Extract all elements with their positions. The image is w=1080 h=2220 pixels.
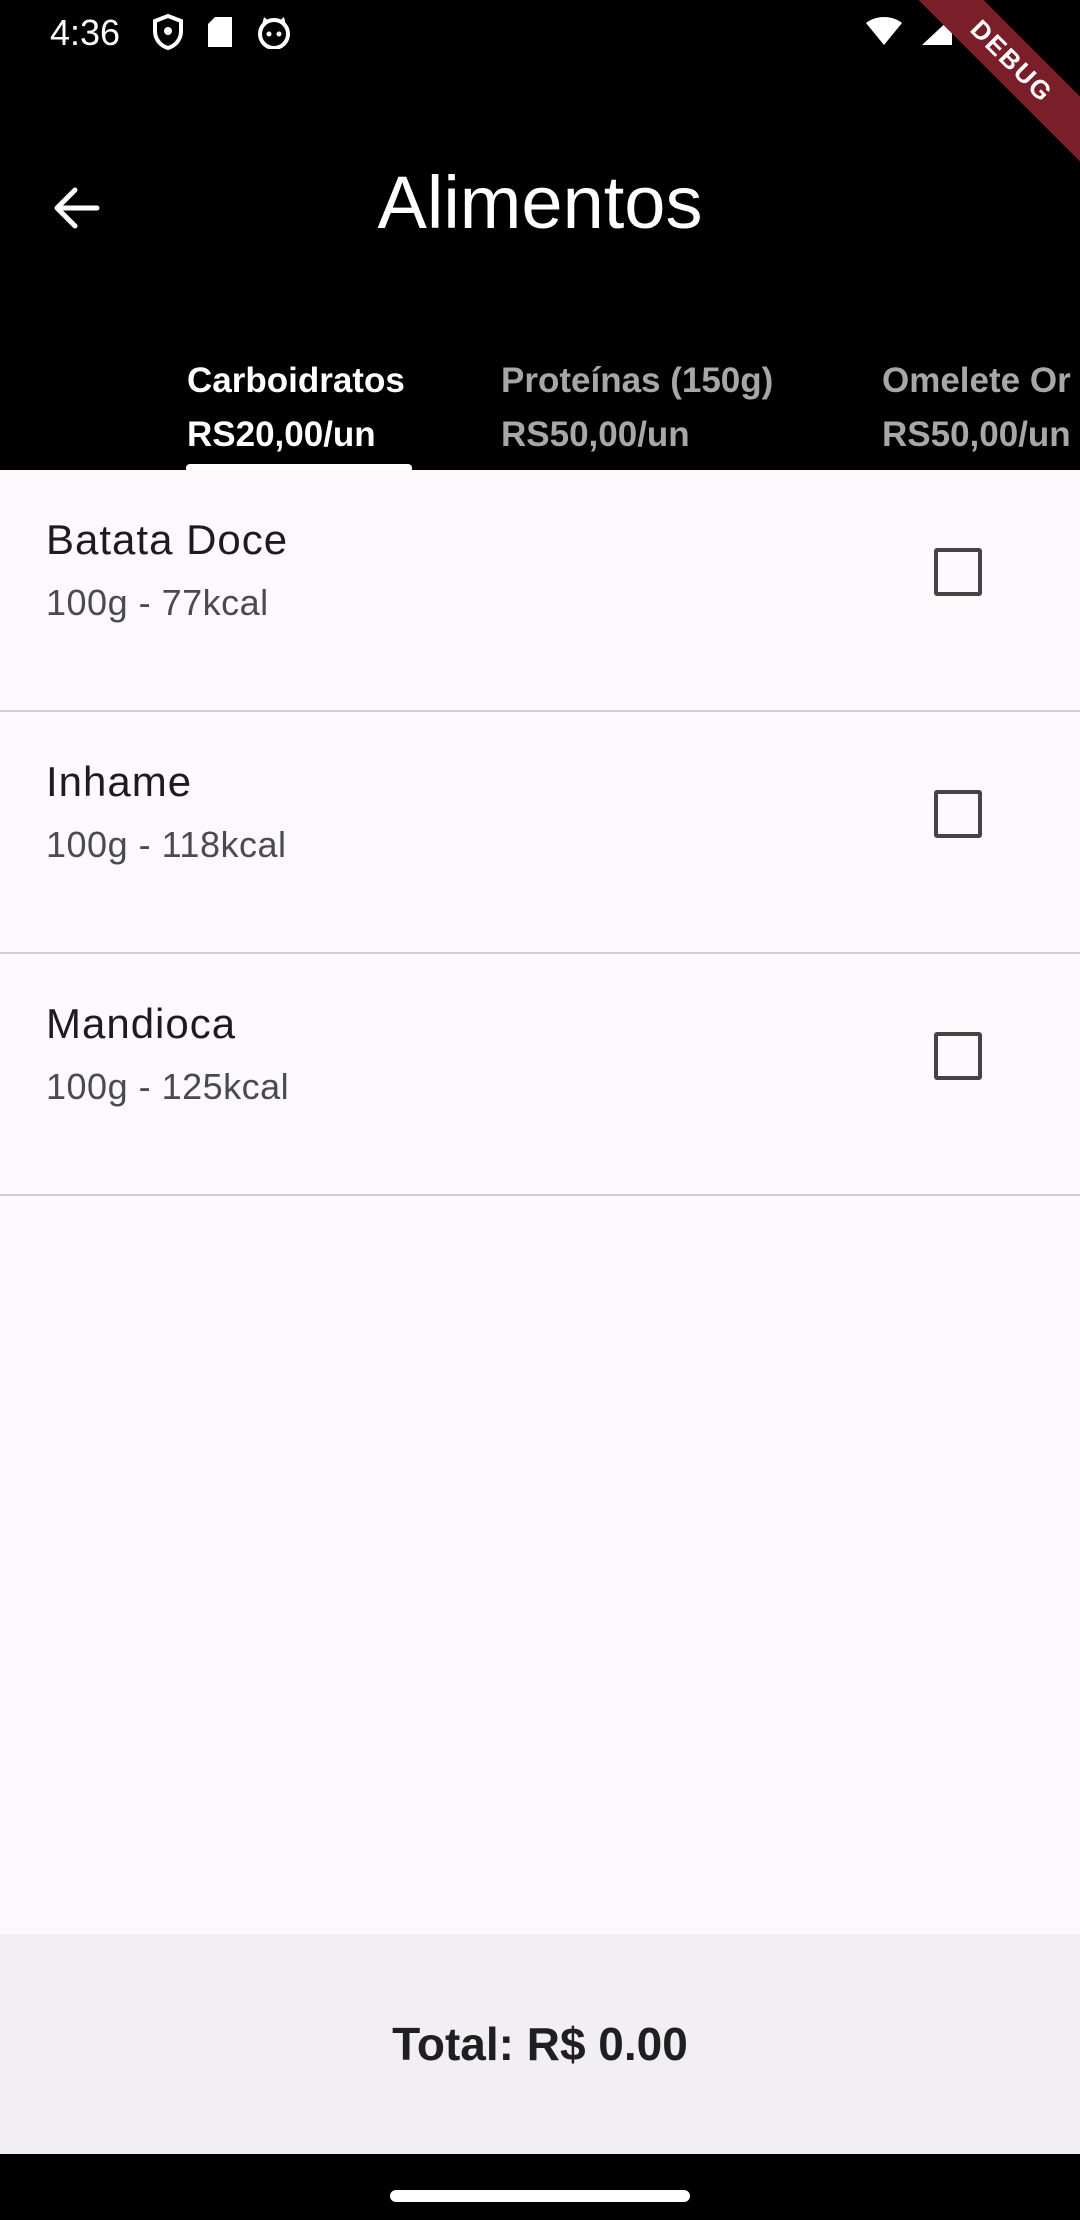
home-indicator[interactable] bbox=[390, 2190, 690, 2202]
item-name: Batata Doce bbox=[46, 516, 289, 563]
app-bar: Alimentos Carboidratos RS20,00/un Proteí… bbox=[0, 64, 1080, 472]
total-footer: Total: R$ 0.00 bbox=[0, 1934, 1080, 2154]
navigation-bar bbox=[0, 2154, 1080, 2220]
status-bar: 4:36 bbox=[0, 0, 1080, 64]
total-label: Total: R$ 0.00 bbox=[392, 2018, 688, 2070]
status-time: 4:36 bbox=[50, 12, 121, 53]
list-item[interactable]: Batata Doce 100g - 77kcal bbox=[0, 470, 1080, 712]
page-title: Alimentos bbox=[377, 161, 703, 244]
item-checkbox[interactable] bbox=[934, 1032, 982, 1080]
tab-omelete[interactable]: Omelete Or RS50,00/un bbox=[882, 354, 1071, 470]
tab-label: Carboidratos bbox=[187, 361, 405, 400]
wifi-icon bbox=[864, 15, 904, 52]
item-detail: 100g - 125kcal bbox=[46, 1066, 290, 1107]
food-list: Batata Doce 100g - 77kcal Inhame 100g - … bbox=[0, 470, 1080, 1196]
tab-price: RS50,00/un bbox=[882, 415, 1071, 454]
item-detail: 100g - 77kcal bbox=[46, 582, 269, 623]
item-name: Inhame bbox=[46, 758, 193, 805]
screen: 4:36 DEBUG Alimentos Carboidratos RS20,0… bbox=[0, 0, 1080, 2220]
sd-card-icon bbox=[206, 15, 234, 54]
tab-carboidratos[interactable]: Carboidratos RS20,00/un bbox=[187, 354, 405, 470]
tab-price: RS20,00/un bbox=[187, 415, 376, 454]
item-name: Mandioca bbox=[46, 1000, 237, 1047]
item-detail: 100g - 118kcal bbox=[46, 824, 287, 865]
tab-label: Proteínas (150g) bbox=[501, 361, 774, 400]
tab-bar: Carboidratos RS20,00/un Proteínas (150g)… bbox=[0, 354, 1080, 470]
list-item[interactable]: Mandioca 100g - 125kcal bbox=[0, 954, 1080, 1196]
item-checkbox[interactable] bbox=[934, 548, 982, 596]
status-icons-left bbox=[152, 13, 292, 55]
tab-label: Omelete Or bbox=[882, 361, 1071, 400]
list-item[interactable]: Inhame 100g - 118kcal bbox=[0, 712, 1080, 954]
tab-proteinas[interactable]: Proteínas (150g) RS50,00/un bbox=[501, 354, 773, 470]
cat-icon bbox=[256, 15, 292, 54]
shield-icon bbox=[152, 13, 184, 55]
tab-price: RS50,00/un bbox=[501, 415, 690, 454]
item-checkbox[interactable] bbox=[934, 790, 982, 838]
